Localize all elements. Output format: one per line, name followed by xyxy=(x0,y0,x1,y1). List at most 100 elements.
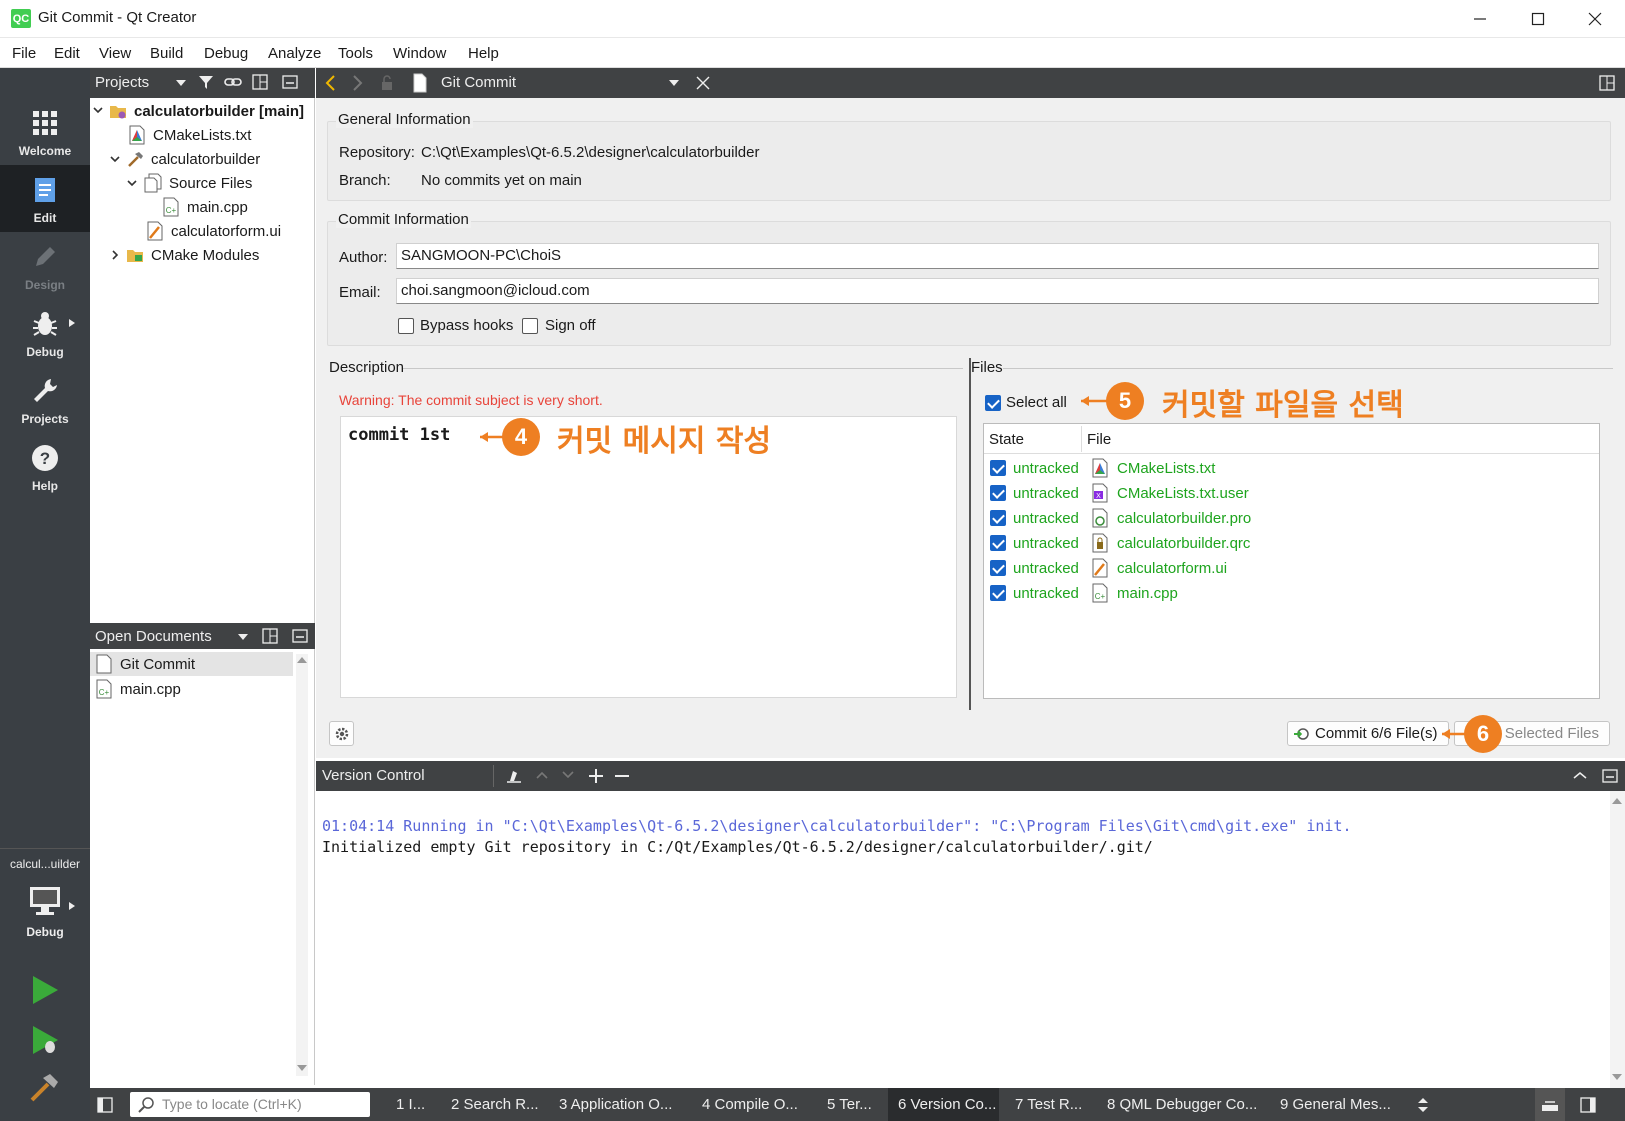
sign-off-checkbox[interactable] xyxy=(522,318,538,334)
scrollbar[interactable] xyxy=(1610,791,1625,1088)
menu-bar: File Edit View Build Debug Analyze Tools… xyxy=(0,38,1625,68)
email-field[interactable]: choi.sangmoon@icloud.com xyxy=(396,278,1599,304)
zoom-in-icon[interactable] xyxy=(588,768,604,784)
menu-build[interactable]: Build xyxy=(150,45,183,62)
annotation-text-4: 커밋 메시지 작성 xyxy=(557,424,772,459)
mode-edit[interactable]: Edit xyxy=(0,165,90,232)
close-document-icon[interactable] xyxy=(696,76,710,90)
projects-view-selector[interactable]: Projects xyxy=(95,74,149,91)
menu-edit[interactable]: Edit xyxy=(54,45,80,62)
mode-projects[interactable]: Projects xyxy=(0,366,90,433)
tree-item-target[interactable]: calculatorbuilder xyxy=(126,147,260,171)
output-tab-3[interactable]: 3 Application O... xyxy=(559,1096,672,1113)
locator-input[interactable]: Type to locate (Ctrl+K) xyxy=(130,1092,370,1117)
close-panel-icon[interactable] xyxy=(1602,768,1618,784)
projects-toolbar: Projects xyxy=(90,68,315,98)
file-checkbox[interactable] xyxy=(990,485,1006,501)
author-field[interactable]: SANGMOON-PC\ChoiS xyxy=(396,243,1599,269)
open-documents-title[interactable]: Open Documents xyxy=(95,628,212,645)
file-checkbox[interactable] xyxy=(990,585,1006,601)
ui-file-icon xyxy=(1092,558,1108,578)
output-tab-7[interactable]: 7 Test R... xyxy=(1015,1096,1082,1113)
menu-tools[interactable]: Tools xyxy=(338,45,373,62)
file-checkbox[interactable] xyxy=(990,460,1006,476)
debug-run-button[interactable] xyxy=(28,1023,62,1057)
menu-analyze[interactable]: Analyze xyxy=(268,45,321,62)
minimize-icon xyxy=(1474,18,1486,20)
tree-item-calculatorform[interactable]: calculatorform.ui xyxy=(146,219,281,243)
file-checkbox[interactable] xyxy=(990,560,1006,576)
dropdown-icon xyxy=(238,634,248,640)
pencil-icon xyxy=(36,247,55,266)
menu-help[interactable]: Help xyxy=(468,45,499,62)
menu-window[interactable]: Window xyxy=(393,45,446,62)
split-icon[interactable] xyxy=(262,628,280,644)
scroll-up-icon xyxy=(1612,798,1622,804)
close-button[interactable] xyxy=(1567,0,1623,38)
maximize-panel-icon[interactable] xyxy=(1573,771,1587,779)
filter-icon[interactable] xyxy=(198,74,214,90)
tree-item-source-files[interactable]: Source Files xyxy=(144,171,252,195)
cpp-file-icon: C+ xyxy=(96,679,112,699)
zoom-out-icon[interactable] xyxy=(614,768,630,784)
select-all-checkbox[interactable] xyxy=(985,395,1001,411)
splitter-handle[interactable] xyxy=(969,358,971,710)
output-tab-8[interactable]: 8 QML Debugger Co... xyxy=(1107,1096,1257,1113)
general-information-title: General Information xyxy=(336,111,473,128)
menu-file[interactable]: File xyxy=(12,45,36,62)
chevron-down-icon[interactable] xyxy=(562,771,574,779)
settings-button[interactable] xyxy=(329,721,354,746)
tree-item-cmakelists[interactable]: CMakeLists.txt xyxy=(128,123,251,147)
progress-details-icon[interactable] xyxy=(1541,1097,1559,1113)
tree-item-cmake-modules[interactable]: CMake Modules xyxy=(126,243,259,267)
file-checkbox[interactable] xyxy=(990,510,1006,526)
column-state[interactable]: State xyxy=(989,431,1024,448)
annotation-badge-5: 5 xyxy=(1106,382,1144,420)
cpp-file-icon: C+ xyxy=(163,197,179,217)
output-tab-4[interactable]: 4 Compile O... xyxy=(702,1096,798,1113)
run-button[interactable] xyxy=(28,973,62,1007)
minimize-button[interactable] xyxy=(1452,0,1508,38)
menu-debug[interactable]: Debug xyxy=(204,45,248,62)
build-button[interactable] xyxy=(28,1070,62,1104)
maximize-button[interactable] xyxy=(1510,0,1566,38)
short-subject-warning: Warning: The commit subject is very shor… xyxy=(339,392,603,408)
commit-button[interactable]: Commit 6/6 File(s) xyxy=(1287,721,1449,746)
toggle-sidebar-icon[interactable] xyxy=(97,1097,113,1113)
chevron-up-icon[interactable] xyxy=(536,771,548,779)
tree-item-main-cpp[interactable]: C+ main.cpp xyxy=(162,195,248,219)
output-tab-5[interactable]: 5 Ter... xyxy=(827,1096,872,1113)
back-icon[interactable] xyxy=(324,75,336,91)
kit-selector[interactable]: Debug xyxy=(0,880,90,955)
output-tab-1[interactable]: 1 I... xyxy=(396,1096,425,1113)
commit-icon xyxy=(1294,727,1309,740)
clear-icon[interactable] xyxy=(505,768,523,784)
open-doc-main-cpp[interactable]: C+ main.cpp xyxy=(95,677,181,701)
file-checkbox[interactable] xyxy=(990,535,1006,551)
svg-text:X: X xyxy=(1096,493,1101,500)
link-icon[interactable] xyxy=(224,74,242,90)
column-file[interactable]: File xyxy=(1087,431,1111,448)
editor-tab-title[interactable]: Git Commit xyxy=(441,74,516,91)
menu-view[interactable]: View xyxy=(99,45,131,62)
toggle-right-sidebar-icon[interactable] xyxy=(1580,1097,1596,1113)
mode-debug[interactable]: Debug xyxy=(0,299,90,366)
output-tab-6[interactable]: 6 Version Co... xyxy=(898,1096,996,1113)
mode-design[interactable]: Design xyxy=(0,232,90,299)
scrollbar[interactable] xyxy=(296,654,308,1076)
close-pane-icon[interactable] xyxy=(292,628,308,644)
output-tab-2[interactable]: 2 Search R... xyxy=(451,1096,539,1113)
split-icon[interactable] xyxy=(1599,75,1617,91)
bypass-hooks-checkbox[interactable] xyxy=(398,318,414,334)
open-doc-git-commit[interactable]: Git Commit xyxy=(90,652,293,676)
forward-icon[interactable] xyxy=(352,75,364,91)
split-icon[interactable] xyxy=(252,74,270,90)
pro-file-icon xyxy=(1092,508,1108,528)
close-pane-icon[interactable] xyxy=(282,74,298,90)
tree-item-project[interactable]: calculatorbuilder [main] xyxy=(109,99,304,123)
annotation-arrow-icon xyxy=(1081,396,1107,406)
output-tab-9[interactable]: 9 General Mes... xyxy=(1280,1096,1391,1113)
more-tabs-icon[interactable] xyxy=(1417,1097,1429,1113)
mode-welcome[interactable]: Welcome xyxy=(0,98,90,165)
mode-help[interactable]: ? Help xyxy=(0,433,90,500)
